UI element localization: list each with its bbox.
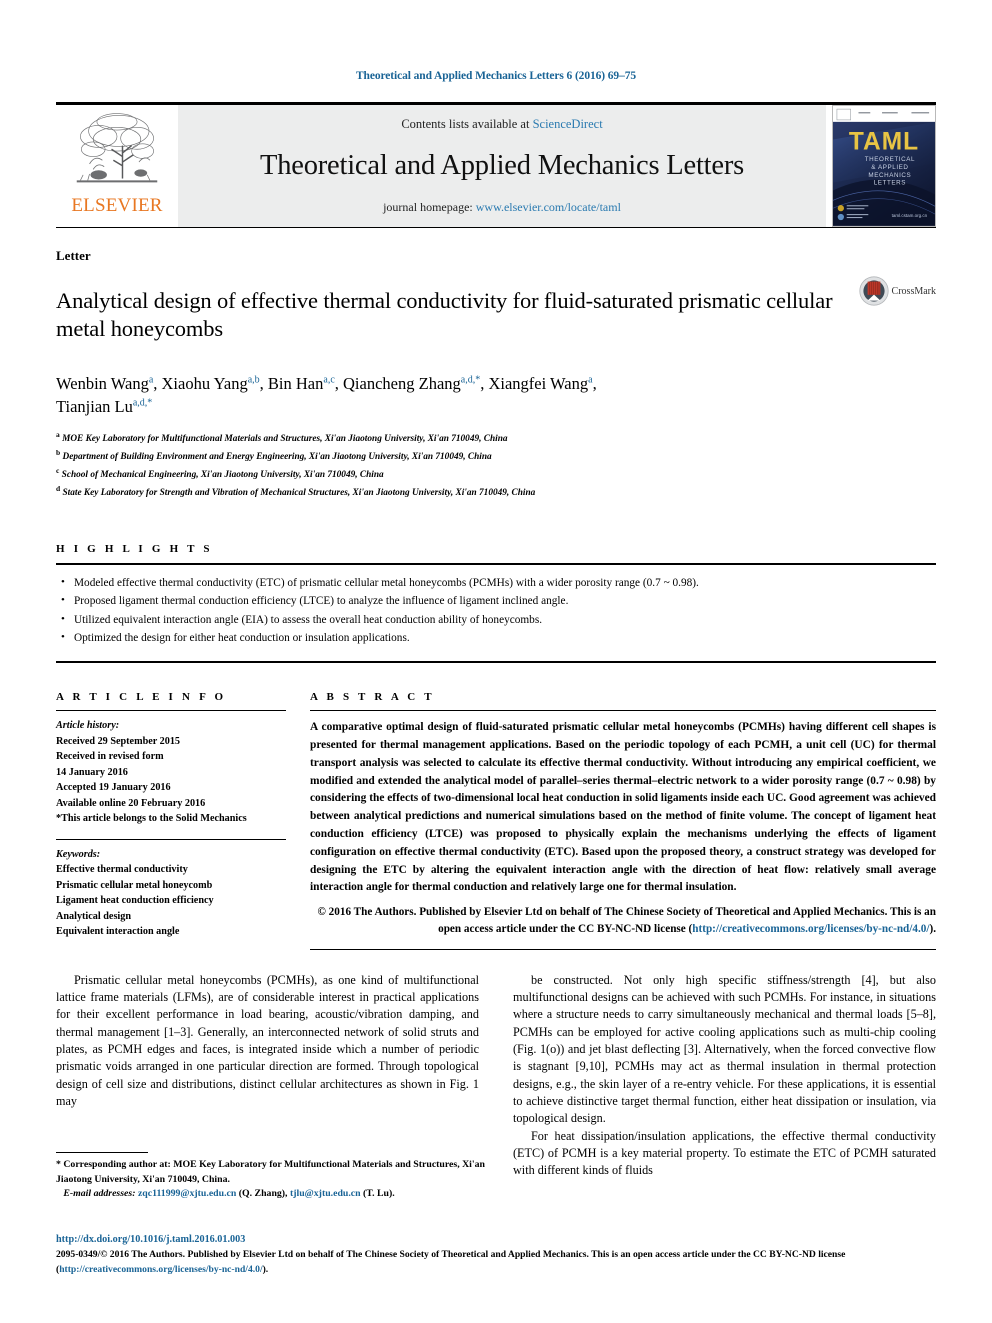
elsevier-tree-icon — [76, 113, 158, 183]
cover-footer-url: taml.cstam.org.cn — [892, 213, 928, 218]
abstract-column: A B S T R A C T A comparative optimal de… — [310, 691, 936, 950]
journal-masthead: ELSEVIER Contents lists available at Sci… — [56, 102, 936, 227]
keyword-item: Ligament heat conduction efficiency — [56, 895, 214, 907]
journal-homepage-line: journal homepage: www.elsevier.com/locat… — [383, 200, 621, 215]
article-type: Letter — [56, 248, 91, 263]
masthead-center: Contents lists available at ScienceDirec… — [178, 105, 826, 227]
article-page: Theoretical and Applied Mechanics Letter… — [0, 0, 992, 1323]
body-columns: Prismatic cellular metal honeycombs (PCM… — [56, 972, 936, 1180]
author-line-2: Tianjian Lua,d,* — [56, 396, 153, 416]
email-label: E-mail addresses: — [63, 1188, 136, 1200]
svg-text:THEORETICAL: THEORETICAL — [865, 156, 915, 163]
abstract-bottom-rule — [310, 948, 936, 950]
affiliation-list: a MOE Key Laboratory for Multifunctional… — [56, 429, 936, 502]
homepage-prefix: journal homepage: — [383, 200, 476, 214]
paragraph: be constructed. Not only high specific s… — [513, 972, 936, 1126]
abstract-copyright: © 2016 The Authors. Published by Elsevie… — [310, 904, 936, 939]
affiliation-a: a MOE Key Laboratory for Multifunctional… — [56, 429, 508, 444]
svg-text:MECHANICS: MECHANICS — [868, 172, 911, 179]
keyword-item: Effective thermal conductivity — [56, 864, 188, 876]
highlights-box: Modeled effective thermal conductivity (… — [56, 563, 936, 664]
article-info-heading: A R T I C L E I N F O — [56, 691, 227, 704]
footnote-area: * Corresponding author at: MOE Key Labor… — [56, 1152, 496, 1202]
email-link-2[interactable]: tjlu@xjtu.edu.cn — [290, 1188, 361, 1199]
crossmark-label: CrossMark — [891, 285, 936, 297]
keyword-item: Equivalent interaction angle — [56, 926, 180, 938]
keywords-label: Keywords: — [56, 848, 101, 860]
abstract-text: A comparative optimal design of fluid-sa… — [310, 721, 936, 894]
body-column-left: Prismatic cellular metal honeycombs (PCM… — [56, 972, 479, 1180]
affiliation-b: b Department of Building Environment and… — [56, 447, 492, 462]
email-owner-2: (T. Lu). — [363, 1188, 395, 1200]
affiliation-a-text: MOE Key Laboratory for Multifunctional M… — [62, 433, 508, 444]
history-item: *This article belongs to the Solid Mecha… — [56, 813, 247, 825]
history-item: Accepted 19 January 2016 — [56, 782, 171, 794]
history-item: Available online 20 February 2016 — [56, 797, 206, 809]
paragraph: Prismatic cellular metal honeycombs (PCM… — [56, 972, 479, 1109]
elsevier-logo: ELSEVIER — [56, 105, 178, 227]
keywords-block: Keywords: Effective thermal conductivity… — [56, 840, 286, 940]
journal-homepage-link[interactable]: www.elsevier.com/locate/taml — [476, 200, 621, 214]
svg-text:& APPLIED: & APPLIED — [871, 164, 908, 171]
license-suffix: ). — [262, 1264, 269, 1276]
doi-link[interactable]: http://dx.doi.org/10.1016/j.taml.2016.01… — [56, 1233, 936, 1247]
cover-artwork: TAML THEORETICAL & APPLIED MECHANICS LET… — [833, 106, 935, 226]
history-item: 14 January 2016 — [56, 766, 128, 778]
body-column-right: be constructed. Not only high specific s… — [513, 972, 936, 1180]
affiliation-c: c School of Mechanical Engineering, Xi'a… — [56, 465, 384, 480]
running-head: Theoretical and Applied Mechanics Letter… — [355, 70, 637, 82]
page-bottom-block: http://dx.doi.org/10.1016/j.taml.2016.01… — [56, 1233, 936, 1278]
email-link-1[interactable]: zqc111999@xjtu.edu.cn — [138, 1188, 236, 1199]
crossmark-badge[interactable]: CrossMark — [858, 272, 936, 306]
license-link[interactable]: http://creativecommons.org/licenses/by-n… — [59, 1264, 262, 1275]
title-row: Analytical design of effective thermal c… — [56, 272, 936, 357]
list-item: Modeled effective thermal conductivity (… — [61, 574, 936, 592]
journal-title: Theoretical and Applied Mechanics Letter… — [259, 150, 745, 181]
abstract-heading: A B S T R A C T — [310, 691, 435, 704]
list-item: Utilized equivalent interaction angle (E… — [61, 611, 936, 629]
affiliation-b-text: Department of Building Environment and E… — [62, 451, 492, 462]
journal-cover-thumbnail[interactable]: TAML THEORETICAL & APPLIED MECHANICS LET… — [832, 105, 936, 227]
contents-available-line: Contents lists available at ScienceDirec… — [401, 117, 602, 132]
email-owner-1: (Q. Zhang), — [238, 1188, 288, 1200]
affiliation-d: d State Key Laboratory for Strength and … — [56, 483, 536, 499]
list-item: Optimized the design for either heat con… — [61, 629, 936, 647]
history-item: Received in revised form — [56, 751, 164, 763]
contents-prefix: Contents lists available at — [401, 117, 533, 131]
list-item: Proposed ligament thermal conduction eff… — [61, 592, 936, 610]
article-info-column: A R T I C L E I N F O Article history: R… — [56, 691, 310, 950]
page-title: Analytical design of effective thermal c… — [56, 288, 833, 341]
highlights-list: Modeled effective thermal conductivity (… — [56, 574, 936, 647]
svg-text:TAML: TAML — [849, 128, 919, 155]
affiliation-d-text: State Key Laboratory for Strength and Vi… — [62, 488, 536, 499]
author-list: Wenbin Wanga, Xiaohu Yanga,b, Bin Hana,c… — [56, 373, 856, 419]
crossmark-icon — [858, 276, 889, 306]
svg-text:LETTERS: LETTERS — [874, 180, 906, 187]
highlights-heading: H I G H L I G H T S — [56, 543, 213, 556]
abstract-license-link[interactable]: http://creativecommons.org/licenses/by-n… — [692, 923, 929, 935]
author-line-1: Wenbin Wanga, Xiaohu Yanga,b, Bin Hana,c… — [56, 374, 597, 393]
history-item: Received 29 September 2015 — [56, 735, 181, 747]
email-addresses-note: E-mail addresses: zqc111999@xjtu.edu.cn … — [56, 1187, 496, 1202]
elsevier-wordmark: ELSEVIER — [71, 195, 163, 216]
abstract-copyright-suffix: ). — [929, 923, 936, 936]
info-abstract-row: A R T I C L E I N F O Article history: R… — [56, 691, 936, 950]
article-history-label: Article history: — [56, 720, 120, 732]
corresponding-author-note: * Corresponding author at: MOE Key Labor… — [56, 1159, 485, 1185]
keyword-item: Analytical design — [56, 910, 131, 922]
keyword-item: Prismatic cellular metal honeycomb — [56, 879, 213, 891]
masthead-underline — [56, 227, 936, 228]
sciencedirect-link[interactable]: ScienceDirect — [533, 117, 603, 131]
issn-copyright-line: 2095-0349/© 2016 The Authors. Published … — [56, 1248, 936, 1278]
affiliation-c-text: School of Mechanical Engineering, Xi'an … — [61, 469, 384, 480]
paragraph: For heat dissipation/insulation applicat… — [513, 1128, 936, 1178]
article-history-block: Article history: Received 29 September 2… — [56, 711, 286, 827]
footnote-rule — [56, 1152, 148, 1153]
